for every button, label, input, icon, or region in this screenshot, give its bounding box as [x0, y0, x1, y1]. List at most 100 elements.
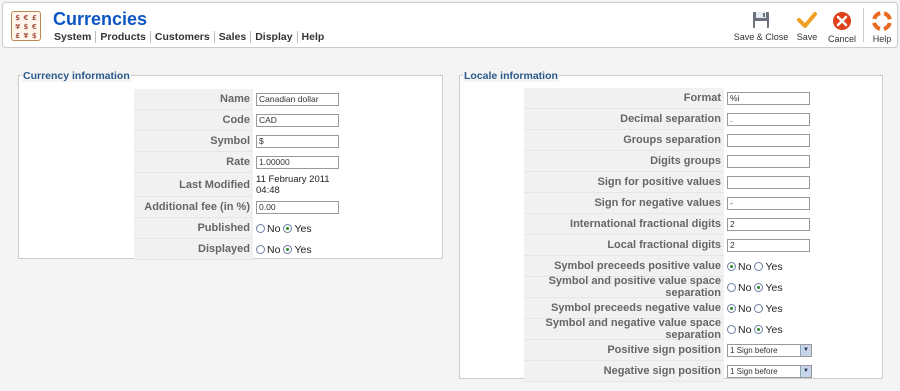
header-bar: $ € £ ¥ $ € £ ¥ $ Currencies System Products C…	[2, 2, 898, 48]
help-button[interactable]: Help	[867, 3, 897, 47]
symbol-preceeds-negative-row: Symbol preceeds negative value No Yes	[524, 298, 812, 319]
published-yes-radio[interactable]	[283, 224, 293, 233]
currency-information-panel: Currency information Name Canadian dolla…	[18, 71, 443, 260]
symbol-preceeds-positive-label: Symbol preceeds positive value	[524, 256, 724, 277]
additional-fee-input[interactable]: 0.00	[256, 201, 339, 214]
displayed-row: Displayed No Yes	[134, 239, 339, 260]
code-input[interactable]: CAD	[256, 114, 339, 127]
currencies-logo-icon: $ € £ ¥ $ € £ ¥ $	[11, 11, 41, 41]
last-modified-row: Last Modified 11 February 2011 04:48	[134, 173, 339, 197]
published-label: Published	[134, 218, 253, 239]
code-row: Code CAD	[134, 110, 339, 131]
currency-information-legend: Currency information	[22, 70, 131, 82]
groups-separation-row: Groups separation	[524, 130, 812, 151]
floppy-disk-icon	[753, 12, 769, 28]
symbol-preceeds-positive-no-radio[interactable]	[727, 262, 736, 271]
groups-separation-input[interactable]	[727, 134, 810, 147]
symbol-preceeds-positive-yes-radio[interactable]	[754, 262, 764, 271]
rate-row: Rate 1.00000	[134, 152, 339, 173]
checkmark-icon	[797, 12, 817, 28]
toolbar-divider	[863, 8, 864, 42]
published-row: Published No Yes	[134, 218, 339, 239]
menu-item-system[interactable]: System	[54, 31, 97, 43]
decimal-separation-row: Decimal separation .	[524, 109, 812, 130]
local-fractional-digits-input[interactable]: 2	[727, 239, 810, 252]
additional-fee-row: Additional fee (in %) 0.00	[134, 197, 339, 218]
local-fractional-digits-label: Local fractional digits	[524, 235, 724, 256]
positive-sign-row: Sign for positive values	[524, 172, 812, 193]
symbol-negative-space-row: Symbol and negative value space separati…	[524, 317, 812, 341]
decimal-separation-input[interactable]: .	[727, 113, 810, 126]
symbol-negative-space-label: Symbol and negative value space separati…	[524, 317, 724, 341]
negative-sign-input[interactable]: -	[727, 197, 810, 210]
rate-label: Rate	[134, 152, 253, 173]
main-menu: System Products Customers Sales Display …	[54, 31, 328, 43]
symbol-positive-space-label: Symbol and positive value space separati…	[524, 275, 724, 299]
name-label: Name	[134, 89, 253, 110]
lifebuoy-help-icon	[872, 11, 892, 31]
menu-item-help[interactable]: Help	[298, 31, 329, 43]
symbol-preceeds-negative-label: Symbol preceeds negative value	[524, 298, 724, 319]
chevron-down-icon: ▼	[800, 366, 811, 377]
menu-item-products[interactable]: Products	[96, 31, 151, 43]
cancel-x-icon	[833, 12, 851, 30]
code-label: Code	[134, 110, 253, 131]
displayed-no-radio[interactable]	[256, 245, 265, 254]
symbol-input[interactable]: $	[256, 135, 339, 148]
negative-sign-label: Sign for negative values	[524, 193, 724, 214]
local-fractional-digits-row: Local fractional digits 2	[524, 235, 812, 256]
digits-groups-input[interactable]	[727, 155, 810, 168]
save-button[interactable]: Save	[790, 3, 824, 47]
international-fractional-digits-row: International fractional digits 2	[524, 214, 812, 235]
name-row: Name Canadian dollar	[134, 89, 339, 110]
symbol-positive-space-row: Symbol and positive value space separati…	[524, 275, 812, 299]
symbol-preceeds-negative-no-radio[interactable]	[727, 304, 736, 313]
digits-groups-row: Digits groups	[524, 151, 812, 172]
negative-sign-row: Sign for negative values -	[524, 193, 812, 214]
rate-input[interactable]: 1.00000	[256, 156, 339, 169]
negative-sign-position-select[interactable]: 1 Sign before ▼	[727, 365, 812, 378]
format-input[interactable]: %i	[727, 92, 810, 105]
menu-item-customers[interactable]: Customers	[151, 31, 215, 43]
positive-sign-label: Sign for positive values	[524, 172, 724, 193]
last-modified-label: Last Modified	[134, 173, 253, 197]
digits-groups-label: Digits groups	[524, 151, 724, 172]
cancel-button[interactable]: Cancel	[824, 3, 860, 47]
locale-information-legend: Locale information	[463, 70, 559, 82]
symbol-negative-space-yes-radio[interactable]	[754, 325, 764, 334]
locale-information-panel: Locale information Format %i Decimal sep…	[459, 71, 883, 382]
save-close-button[interactable]: Save & Close	[732, 3, 790, 47]
symbol-positive-space-yes-radio[interactable]	[754, 283, 764, 292]
published-no-radio[interactable]	[256, 224, 265, 233]
menu-item-display[interactable]: Display	[251, 31, 298, 43]
displayed-label: Displayed	[134, 239, 253, 260]
international-fractional-digits-label: International fractional digits	[524, 214, 724, 235]
symbol-preceeds-negative-yes-radio[interactable]	[754, 304, 764, 313]
currency-form: Name Canadian dollar Code CAD Symbol $ R…	[134, 89, 339, 260]
menu-item-sales[interactable]: Sales	[215, 31, 252, 43]
format-label: Format	[524, 88, 724, 109]
positive-sign-position-label: Positive sign position	[524, 340, 724, 361]
international-fractional-digits-input[interactable]: 2	[727, 218, 810, 231]
toolbar: Save & Close Save Cancel Help	[732, 3, 897, 47]
name-input[interactable]: Canadian dollar	[256, 93, 339, 106]
negative-sign-position-row: Negative sign position 1 Sign before ▼	[524, 361, 812, 382]
symbol-row: Symbol $	[134, 131, 339, 152]
groups-separation-label: Groups separation	[524, 130, 724, 151]
symbol-positive-space-no-radio[interactable]	[727, 283, 736, 292]
positive-sign-input[interactable]	[727, 176, 810, 189]
displayed-yes-radio[interactable]	[283, 245, 293, 254]
decimal-separation-label: Decimal separation	[524, 109, 724, 130]
positive-sign-position-row: Positive sign position 1 Sign before ▼	[524, 340, 812, 361]
chevron-down-icon: ▼	[800, 345, 811, 356]
last-modified-value: 11 February 2011 04:48	[256, 174, 330, 196]
additional-fee-label: Additional fee (in %)	[134, 197, 253, 218]
page-title: Currencies	[53, 9, 148, 29]
symbol-negative-space-no-radio[interactable]	[727, 325, 736, 334]
format-row: Format %i	[524, 88, 812, 109]
symbol-label: Symbol	[134, 131, 253, 152]
symbol-preceeds-positive-row: Symbol preceeds positive value No Yes	[524, 256, 812, 277]
negative-sign-position-label: Negative sign position	[524, 361, 724, 382]
locale-form: Format %i Decimal separation . Groups se…	[524, 88, 812, 382]
positive-sign-position-select[interactable]: 1 Sign before ▼	[727, 344, 812, 357]
